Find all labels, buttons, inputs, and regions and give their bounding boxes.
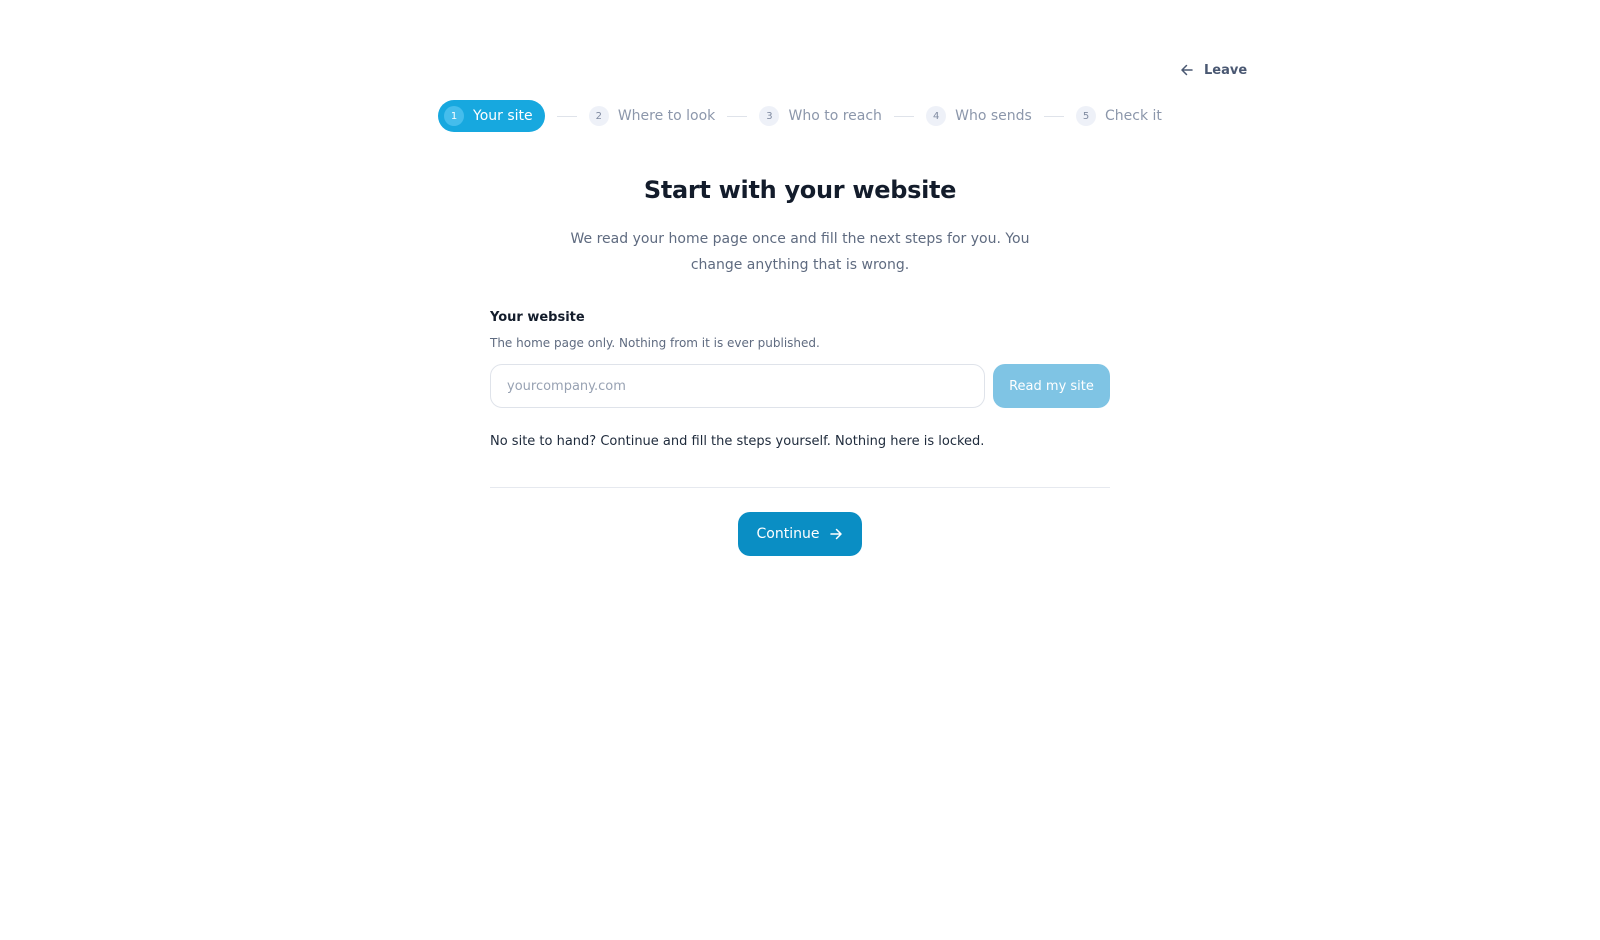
page-title: Start with your website	[643, 176, 957, 204]
step-check-it[interactable]: 5 Check it	[1076, 100, 1162, 132]
step-your-site[interactable]: 1 Your site	[438, 100, 545, 132]
step-who-to-reach[interactable]: 3 Who to reach	[759, 100, 882, 132]
step-number: 5	[1076, 106, 1097, 126]
page-subtitle: We read your home page once and fill the…	[570, 231, 1030, 273]
leave-button[interactable]: Leave	[1180, 58, 1247, 82]
continue-button[interactable]: Continue	[738, 512, 862, 556]
step-label: Who sends	[955, 108, 1032, 124]
leave-label: Leave	[1204, 62, 1248, 78]
divider	[490, 487, 1110, 488]
arrow-left-icon	[1180, 63, 1194, 77]
step-connector	[1043, 115, 1064, 117]
step-connector	[727, 115, 748, 117]
website-input[interactable]	[490, 364, 985, 408]
website-field-label: Your website	[490, 310, 585, 325]
step-who-sends[interactable]: 4 Who sends	[926, 100, 1032, 132]
step-label: Who to reach	[788, 108, 882, 124]
read-my-site-button[interactable]: Read my site	[993, 364, 1110, 408]
continue-label: Continue	[756, 526, 820, 542]
step-connector	[556, 115, 577, 117]
step-label: Where to look	[617, 108, 716, 124]
stepper: 1 Your site 2 Where to look 3 Who to rea…	[438, 100, 1162, 132]
step-number: 4	[926, 106, 947, 126]
step-number: 3	[759, 106, 780, 126]
step-connector	[894, 115, 915, 117]
step-number: 2	[588, 106, 609, 126]
step-where-to-look[interactable]: 2 Where to look	[588, 100, 716, 132]
step-label: Check it	[1105, 108, 1162, 124]
step-number: 1	[444, 106, 464, 126]
step-label: Your site	[473, 108, 533, 124]
arrow-right-icon	[829, 527, 843, 541]
no-site-note: No site to hand? Continue and fill the s…	[490, 434, 985, 449]
website-field-help: The home page only. Nothing from it is e…	[490, 336, 820, 350]
